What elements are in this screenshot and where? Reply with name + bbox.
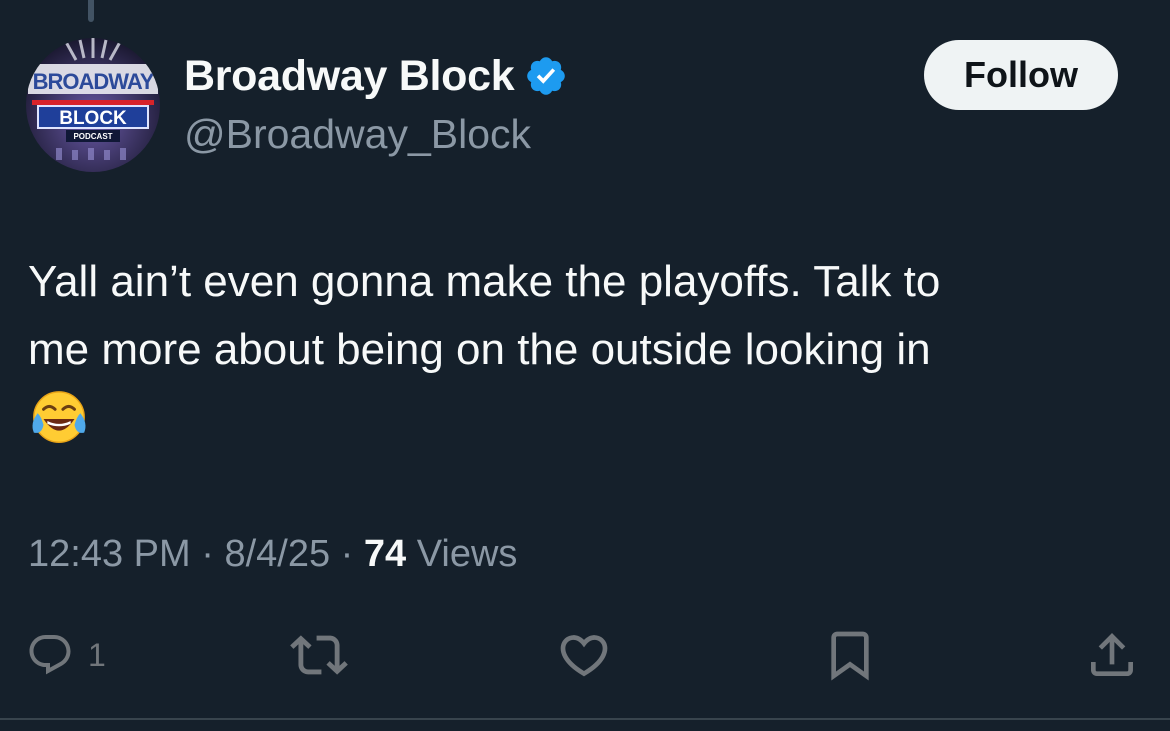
handle[interactable]: @Broadway_Block bbox=[184, 108, 568, 160]
logo-text-broadway: BROADWAY bbox=[33, 69, 155, 94]
share-icon bbox=[1091, 633, 1133, 676]
meta-separator: · bbox=[340, 533, 364, 575]
tweet-time[interactable]: 12:43 PM bbox=[28, 533, 191, 575]
follow-button[interactable]: Follow bbox=[924, 40, 1118, 110]
tweet-text-line: me more about being on the outside looki… bbox=[28, 325, 931, 374]
retweet-icon bbox=[290, 635, 348, 675]
avatar[interactable]: BROADWAY BLOCK PODCAST bbox=[26, 38, 160, 172]
meta-separator: · bbox=[201, 533, 225, 575]
bookmark-icon bbox=[831, 631, 869, 681]
retweet-button[interactable] bbox=[290, 620, 348, 690]
logo-text-block: BLOCK bbox=[59, 108, 127, 129]
views-count[interactable]: 74 bbox=[364, 533, 406, 575]
views-label[interactable]: Views bbox=[417, 533, 518, 575]
bookmark-button[interactable] bbox=[822, 620, 878, 690]
action-bar: 1 bbox=[0, 620, 1170, 690]
reply-icon bbox=[29, 635, 71, 675]
tweet-meta: 12:43 PM · 8/4/25 · 74 Views bbox=[28, 530, 517, 578]
reply-count: 1 bbox=[88, 636, 106, 673]
share-button[interactable] bbox=[1084, 620, 1140, 690]
like-button[interactable] bbox=[556, 620, 612, 690]
verified-badge-icon[interactable] bbox=[524, 54, 568, 98]
thread-connector-line bbox=[88, 0, 94, 22]
like-icon bbox=[560, 635, 608, 677]
face-with-tears-of-joy-icon bbox=[32, 391, 86, 443]
logo-text-podcast: PODCAST bbox=[73, 132, 112, 141]
tweet-text-line: Yall ain’t even gonna make the playoffs.… bbox=[28, 257, 941, 306]
display-name-row: Broadway Block bbox=[184, 50, 568, 102]
broadway-block-logo: BROADWAY BLOCK PODCAST bbox=[26, 38, 160, 172]
tweet-text: Yall ain’t even gonna make the playoffs.… bbox=[28, 248, 1138, 450]
bottom-divider bbox=[0, 718, 1170, 720]
author-info[interactable]: Broadway Block @Broadway_Block bbox=[184, 50, 568, 160]
tweet-date[interactable]: 8/4/25 bbox=[224, 533, 330, 575]
reply-button[interactable]: 1 bbox=[26, 620, 106, 690]
display-name[interactable]: Broadway Block bbox=[184, 50, 515, 102]
